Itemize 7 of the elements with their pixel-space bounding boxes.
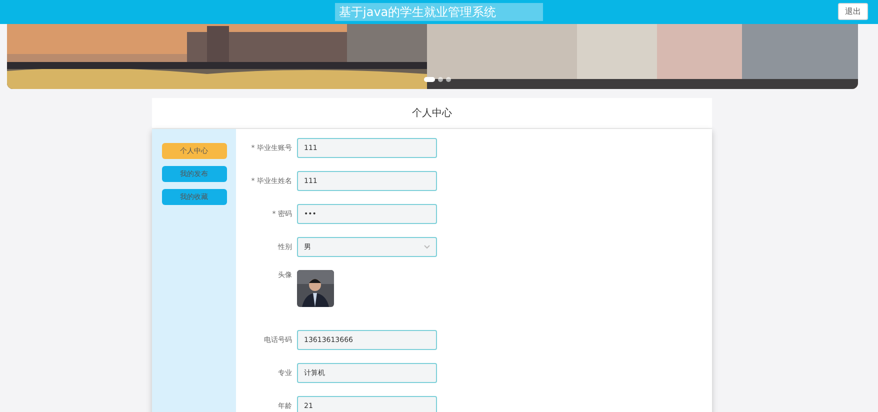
app-title: 基于java的学生就业管理系统 [335,3,543,21]
carousel-dot[interactable] [438,77,443,82]
page-title: 个人中心 [412,106,452,120]
avatar-picture-frame[interactable] [297,270,334,307]
logout-button[interactable]: 退出 [838,3,868,20]
carousel-dot[interactable] [446,77,451,82]
chevron-down-icon [424,245,430,249]
